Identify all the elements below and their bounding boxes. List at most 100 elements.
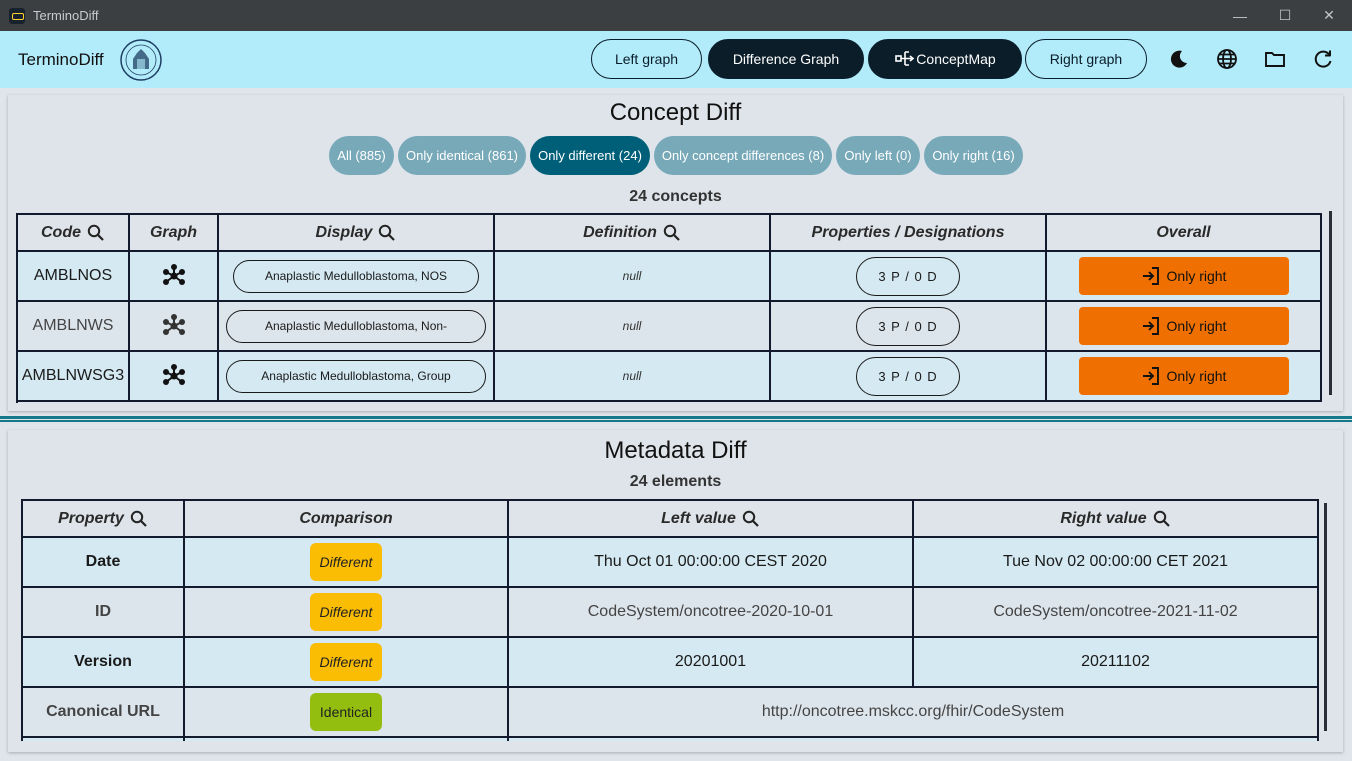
- conceptmap-label: ConceptMap: [916, 51, 996, 67]
- right-value: CodeSystem/oncotree-2021-11-02: [993, 603, 1238, 620]
- window-title: TerminoDiff: [33, 8, 99, 23]
- filter-all-chip[interactable]: All (885): [329, 136, 394, 175]
- search-icon[interactable]: [663, 224, 681, 242]
- metadata-table-scrollbar[interactable]: [1324, 503, 1327, 731]
- table-row-right-value: CodeSystem/oncotree-2021-11-02: [914, 588, 1319, 638]
- app-bar: TerminoDiff Left graph Difference Graph …: [0, 31, 1352, 88]
- left-value: Thu Oct 01 00:00:00 CEST 2020: [594, 553, 827, 570]
- left-graph-button[interactable]: Left graph: [591, 39, 702, 79]
- login-icon: [1142, 267, 1159, 285]
- search-icon[interactable]: [87, 224, 105, 242]
- column-header-overall-label: Overall: [1156, 223, 1211, 241]
- flowchart-icon: [895, 51, 915, 66]
- definition-value: null: [622, 269, 642, 283]
- filter-concept-differences-chip[interactable]: Only concept differences (8): [654, 136, 832, 175]
- login-icon: [1142, 317, 1159, 335]
- filter-only-left-label: Only left (0): [844, 148, 912, 163]
- filter-only-different-chip[interactable]: Only different (24): [530, 136, 650, 175]
- table-row-definition: null: [495, 302, 771, 352]
- column-header-left-value-label: Left value: [661, 509, 736, 527]
- concept-count: 24 concepts: [629, 188, 722, 205]
- university-seal-icon: [120, 39, 162, 81]
- filter-only-left-chip[interactable]: Only left (0): [836, 136, 920, 175]
- graph-network-icon[interactable]: [161, 263, 187, 289]
- display-pill[interactable]: Anaplastic Medulloblastoma, Group: [226, 359, 486, 393]
- column-header-right-value-label: Right value: [1060, 509, 1147, 527]
- property-name: Date: [85, 553, 121, 570]
- filter-only-right-label: Only right (16): [932, 148, 1015, 163]
- filter-only-right-chip[interactable]: Only right (16): [924, 136, 1023, 175]
- table-row-comparison: Different: [185, 538, 509, 588]
- properties-designations-button[interactable]: 3 P / 0 D: [856, 306, 960, 346]
- table-row-overall: Only right: [1047, 352, 1322, 402]
- search-icon[interactable]: [742, 510, 760, 528]
- folder-icon[interactable]: [1263, 47, 1287, 71]
- close-button[interactable]: ✕: [1306, 0, 1352, 31]
- only-right-button[interactable]: Only right: [1078, 307, 1289, 345]
- search-icon[interactable]: [130, 510, 148, 528]
- concept-table-scrollbar[interactable]: [1329, 211, 1332, 395]
- table-row-left-value: CodeSystem/oncotree-2020-10-01: [509, 588, 914, 638]
- different-badge: Different: [310, 593, 382, 631]
- properties-designations-button[interactable]: 3 P / 0 D: [856, 256, 960, 296]
- search-icon[interactable]: [378, 224, 396, 242]
- table-row-code: AMBLNOS: [18, 252, 130, 302]
- concept-code: AMBLNOS: [33, 267, 113, 284]
- column-header-left-value: Left value: [509, 501, 914, 538]
- table-row-property: Canonical URL: [23, 688, 185, 738]
- table-row-properties: 3 P / 0 D: [771, 302, 1047, 352]
- globe-icon[interactable]: [1215, 47, 1239, 71]
- column-header-right-value: Right value: [914, 501, 1319, 538]
- column-header-graph-label: Graph: [149, 223, 198, 241]
- search-icon[interactable]: [1153, 510, 1171, 528]
- table-row-properties: 3 P / 0 D: [771, 352, 1047, 402]
- table-row-graph: [130, 352, 219, 402]
- properties-designations-button[interactable]: 3 P / 0 D: [856, 356, 960, 396]
- identical-badge: Identical: [310, 693, 382, 731]
- column-header-graph: Graph: [130, 215, 219, 252]
- table-row-graph: [130, 302, 219, 352]
- concept-diff-panel: Concept Diff All (885) Only identical (8…: [8, 95, 1343, 411]
- display-pill[interactable]: Anaplastic Medulloblastoma, NOS: [233, 259, 479, 293]
- filter-concept-differences-label: Only concept differences (8): [661, 148, 825, 163]
- split-pane-divider[interactable]: [0, 416, 1352, 424]
- table-row-code: AMBLNWSG3: [18, 352, 130, 402]
- right-graph-label: Right graph: [1049, 51, 1123, 67]
- table-row-display: Anaplastic Medulloblastoma, Non-: [219, 302, 495, 352]
- maximize-button[interactable]: ☐: [1262, 0, 1308, 31]
- minimize-button[interactable]: —: [1217, 0, 1263, 31]
- column-header-properties-label: Properties / Designations: [811, 223, 1005, 241]
- only-right-button[interactable]: Only right: [1078, 257, 1289, 295]
- table-row-right-value: 20211102: [914, 638, 1319, 688]
- display-pill[interactable]: Anaplastic Medulloblastoma, Non-: [226, 309, 486, 343]
- dark-mode-icon[interactable]: [1167, 47, 1191, 71]
- column-header-definition: Definition: [495, 215, 771, 252]
- graph-network-icon[interactable]: [161, 363, 187, 389]
- filter-only-identical-chip[interactable]: Only identical (861): [398, 136, 526, 175]
- refresh-icon[interactable]: [1311, 47, 1335, 71]
- filter-all-label: All (885): [337, 148, 386, 163]
- definition-value: null: [622, 319, 642, 333]
- table-row-merged-value: [509, 738, 1319, 741]
- table-row-properties: 3 P / 0 D: [771, 252, 1047, 302]
- table-row-comparison: Different: [185, 588, 509, 638]
- concept-code: AMBLNWS: [32, 317, 114, 334]
- app-title: TerminoDiff: [18, 50, 104, 69]
- difference-graph-button[interactable]: Difference Graph: [708, 39, 864, 79]
- table-row-right-value: Tue Nov 02 00:00:00 CET 2021: [914, 538, 1319, 588]
- only-right-button[interactable]: Only right: [1078, 357, 1289, 395]
- right-graph-button[interactable]: Right graph: [1025, 39, 1147, 79]
- left-value: 20201001: [674, 653, 747, 670]
- concept-table: Code Graph Display Definition Properties…: [16, 213, 1322, 403]
- property-name: ID: [95, 603, 111, 620]
- login-icon: [1142, 367, 1159, 385]
- graph-network-icon[interactable]: [161, 313, 187, 339]
- table-row-display: Anaplastic Medulloblastoma, NOS: [219, 252, 495, 302]
- table-row-property: Version: [23, 638, 185, 688]
- conceptmap-button[interactable]: ConceptMap: [868, 39, 1022, 79]
- table-row-comparison: Identical: [185, 688, 509, 738]
- column-header-property-label: Property: [58, 509, 124, 527]
- window-titlebar: TerminoDiff — ☐ ✕: [0, 0, 1352, 31]
- filter-only-different-label: Only different (24): [538, 148, 642, 163]
- different-badge: Different: [310, 643, 382, 681]
